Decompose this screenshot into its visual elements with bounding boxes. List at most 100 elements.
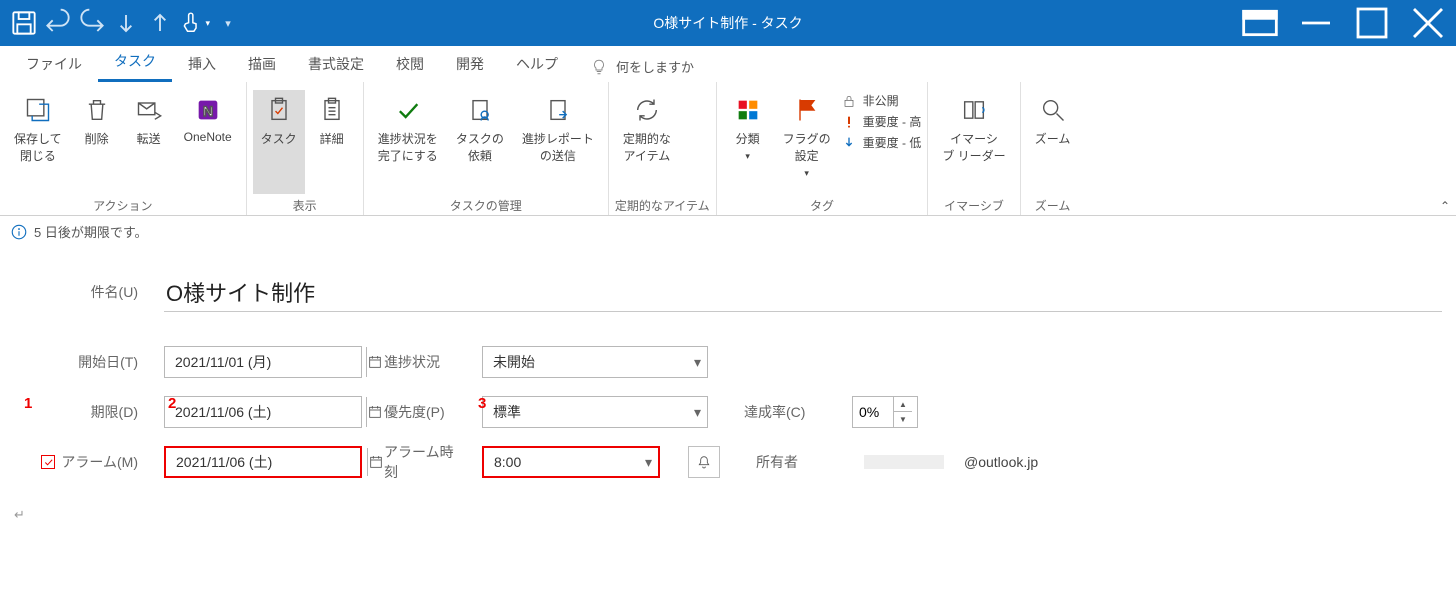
group-show-label: 表示 [253,194,357,218]
tab-task[interactable]: タスク [98,45,172,82]
title-bar: ▾ ▾ O様サイト制作 - タスク [0,0,1456,46]
undo-icon[interactable] [42,7,74,39]
due-date-field[interactable] [164,396,362,428]
mark-complete-button[interactable]: 進捗状況を 完了にする [370,90,446,194]
status-label: 進捗状況 [384,352,464,372]
close-icon[interactable] [1400,0,1456,46]
high-importance-button[interactable]: 重要度 - 高 [841,113,922,130]
group-actions-label: アクション [6,194,240,218]
window-controls [1232,0,1456,46]
group-recurrence: 定期的な アイテム 定期的なアイテム [609,82,717,215]
tab-insert[interactable]: 挿入 [172,48,232,82]
categories-icon [732,94,764,126]
low-importance-button[interactable]: 重要度 - 低 [841,134,922,151]
recurrence-icon [631,94,663,126]
delete-button[interactable]: 削除 [72,90,122,194]
magnifier-icon [1037,94,1069,126]
group-tags-label: タグ [723,194,922,218]
alarm-time-label: アラーム時刻 [384,442,464,482]
alarm-time-select[interactable]: 8:00▾ [482,446,660,478]
group-zoom: ズーム ズーム [1021,82,1085,215]
immersive-reader-button[interactable]: イマーシ ブ リーダー [934,90,1013,194]
owner-name-redacted [864,455,944,469]
group-tags: 分類▾ フラグの 設定▾ 非公開 重要度 - 高 重要度 - 低 タグ [717,82,929,215]
chevron-down-icon: ▾ [694,354,701,371]
group-actions: 保存して 閉じる 削除 転送 NOneNote アクション [0,82,247,215]
clipboard-person-icon [464,94,496,126]
tab-developer[interactable]: 開発 [440,48,500,82]
collapse-ribbon-icon[interactable]: ⌃ [1440,199,1450,213]
calendar-icon[interactable] [367,448,384,476]
send-status-button[interactable]: 進捗レポート の送信 [514,90,602,194]
group-manage: 進捗状況を 完了にする タスクの 依頼 進捗レポート の送信 タスクの管理 [364,82,609,215]
tab-help[interactable]: ヘルプ [500,48,574,82]
touch-mode-icon[interactable]: ▾ [178,7,210,39]
annotation-1: 1 [24,395,32,412]
due-date-input[interactable] [165,404,366,420]
owner-label: 所有者 [756,452,846,472]
due-date-label: 期限(D) [14,402,164,422]
tell-me-label: 何をしますか [616,57,694,76]
group-immersive-label: イマーシブ [934,194,1013,218]
spin-up-icon[interactable]: ▲ [894,397,912,412]
start-date-input[interactable] [165,354,366,370]
save-close-button[interactable]: 保存して 閉じる [6,90,70,194]
alarm-date-input[interactable] [166,454,367,470]
tab-draw[interactable]: 描画 [232,48,292,82]
onenote-icon: N [192,94,224,126]
clipboard-check-icon [263,94,295,126]
save-close-icon [22,94,54,126]
assign-task-button[interactable]: タスクの 依頼 [448,90,512,194]
subject-input[interactable] [164,273,1442,312]
priority-select[interactable]: 標準▾ [482,396,708,428]
ribbon: 保存して 閉じる 削除 転送 NOneNote アクション タスク 詳細 表示 … [0,82,1456,216]
flag-icon [791,94,823,126]
alarm-date-field[interactable] [164,446,362,478]
task-view-button[interactable]: タスク [253,90,305,194]
bell-icon [696,454,712,470]
high-importance-icon [841,114,857,130]
zoom-button[interactable]: ズーム [1027,90,1079,194]
tab-format[interactable]: 書式設定 [292,48,380,82]
alarm-checkbox[interactable] [41,455,55,469]
calendar-icon[interactable] [366,347,383,377]
status-select[interactable]: 未開始▾ [482,346,708,378]
qat-customize-icon[interactable]: ▾ [212,7,244,39]
onenote-button[interactable]: NOneNote [176,90,240,194]
calendar-icon[interactable] [366,397,383,427]
ribbon-tabs: ファイル タスク 挿入 描画 書式設定 校閲 開発 ヘルプ 何をしますか [0,46,1456,82]
save-icon[interactable] [8,7,40,39]
followup-button[interactable]: フラグの 設定▾ [775,90,839,194]
group-recurrence-label: 定期的なアイテム [615,194,710,218]
maximize-icon[interactable] [1344,0,1400,46]
owner-domain: @outlook.jp [964,454,1038,470]
lightbulb-icon [590,58,608,76]
forward-icon [133,94,165,126]
spin-down-icon[interactable]: ▼ [894,412,912,427]
window-title: O様サイト制作 - タスク [653,13,802,33]
start-date-field[interactable] [164,346,362,378]
info-bar: 5 日後が期限です。 [0,216,1456,247]
prev-icon[interactable] [110,7,142,39]
categorize-button[interactable]: 分類▾ [723,90,773,194]
info-text: 5 日後が期限です。 [34,222,148,241]
tell-me-search[interactable]: 何をしますか [574,51,710,82]
percent-complete-spinner[interactable]: ▲▼ [852,396,918,428]
recurrence-button[interactable]: 定期的な アイテム [615,90,679,194]
minimize-icon[interactable] [1288,0,1344,46]
task-body-area[interactable]: ↵ [14,507,1456,523]
redo-icon[interactable] [76,7,108,39]
details-button[interactable]: 詳細 [307,90,357,194]
next-icon[interactable] [144,7,176,39]
forward-button[interactable]: 転送 [124,90,174,194]
tab-review[interactable]: 校閲 [380,48,440,82]
group-manage-label: タスクの管理 [370,194,602,218]
alarm-sound-button[interactable] [688,446,720,478]
tab-file[interactable]: ファイル [10,48,98,82]
quick-access-toolbar: ▾ ▾ [0,7,244,39]
percent-input[interactable] [853,404,893,420]
ribbon-display-icon[interactable] [1232,0,1288,46]
private-button[interactable]: 非公開 [841,92,922,109]
task-form: 件名(U) 開始日(T) 進捗状況 未開始▾ 1 期限(D) 2 優先度(P) … [0,247,1456,487]
group-immersive: イマーシ ブ リーダー イマーシブ [928,82,1020,215]
